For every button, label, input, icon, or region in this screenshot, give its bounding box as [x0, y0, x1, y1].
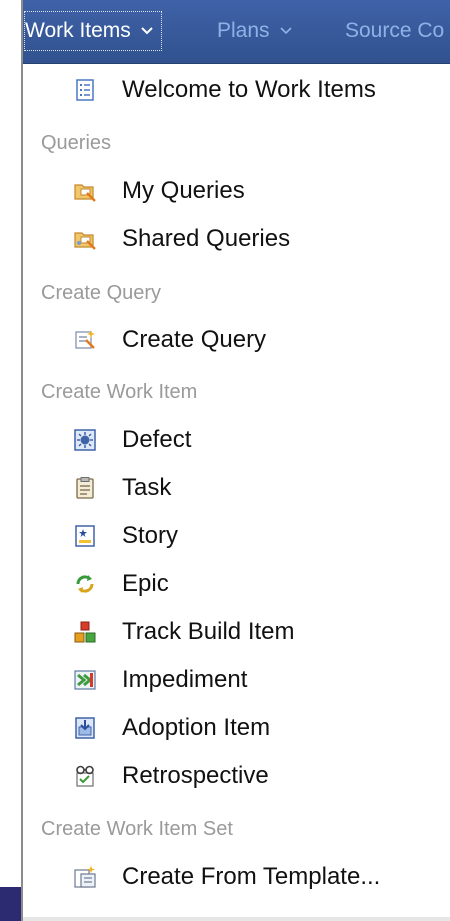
menu-item-label: Create From Template...	[122, 863, 381, 890]
menu-item-track-build-item[interactable]: Track Build Item	[73, 612, 295, 652]
story-card-icon	[75, 525, 95, 547]
menu-bottom-border	[23, 917, 450, 921]
menu-item-epic[interactable]: Epic	[73, 564, 169, 604]
menu-item-my-queries[interactable]: My Queries	[73, 171, 245, 211]
menu-item-label: Adoption Item	[122, 714, 271, 741]
query-folder-icon	[74, 184, 96, 202]
retrospective-glasses-icon	[76, 765, 94, 787]
document-list-icon	[76, 79, 94, 101]
section-header-create-query: Create Query	[41, 282, 162, 304]
tab-work-items[interactable]: Work Items	[24, 11, 162, 51]
menu-item-story[interactable]: Story	[73, 516, 178, 556]
template-icon	[74, 865, 96, 888]
menu-item-create-from-template[interactable]: Create From Template...	[73, 857, 380, 897]
menu-item-label: Story	[122, 522, 179, 549]
tab-source-control[interactable]: Source Co	[345, 11, 444, 51]
menu-item-label: My Queries	[122, 177, 245, 204]
adoption-item-icon	[75, 717, 95, 739]
menu-item-shared-queries[interactable]: Shared Queries	[73, 219, 290, 259]
menu-item-defect[interactable]: Defect	[73, 420, 191, 460]
menu-item-label: Defect	[122, 426, 192, 453]
shared-query-folder-icon	[74, 232, 96, 250]
menu-item-label: Track Build Item	[122, 618, 295, 645]
menu-item-label: Welcome to Work Items	[122, 76, 376, 103]
section-header-queries: Queries	[41, 132, 112, 154]
menu-item-label: Impediment	[122, 666, 248, 693]
build-blocks-icon	[74, 621, 96, 643]
defect-bug-icon	[74, 429, 96, 451]
menu-item-adoption-item[interactable]: Adoption Item	[73, 708, 270, 748]
section-header-create-work-item: Create Work Item	[41, 381, 198, 403]
menu-item-label: Create Query	[122, 326, 267, 353]
tab-plans-label: Plans	[217, 19, 270, 42]
work-items-dropdown: Work Items Plans Source Co Welcome to Wo…	[21, 0, 450, 921]
menu-item-label: Epic	[122, 570, 169, 597]
menu-item-label: Task	[122, 474, 172, 501]
menu-item-label: Shared Queries	[122, 225, 291, 252]
menu-item-task[interactable]: Task	[73, 468, 171, 508]
tab-work-items-label: Work Items	[25, 19, 131, 42]
create-query-icon	[75, 330, 95, 349]
menu-item-create-query[interactable]: Create Query	[73, 320, 266, 360]
menu-item-welcome[interactable]: Welcome to Work Items	[73, 70, 376, 110]
tab-source-control-label: Source Co	[345, 19, 445, 42]
menu-item-retrospective[interactable]: Retrospective	[73, 756, 269, 796]
task-clipboard-icon	[76, 477, 94, 499]
page-background	[0, 0, 22, 921]
impediment-icon	[74, 670, 96, 690]
top-nav-bar: Work Items Plans Source Co	[23, 0, 450, 64]
section-header-create-work-item-set: Create Work Item Set	[41, 818, 233, 840]
tab-plans[interactable]: Plans	[217, 11, 294, 51]
chevron-down-icon	[141, 27, 153, 35]
epic-cycle-icon	[76, 575, 94, 593]
background-corner	[0, 887, 22, 921]
chevron-down-icon	[279, 27, 292, 35]
menu-item-impediment[interactable]: Impediment	[73, 660, 247, 700]
menu-item-label: Retrospective	[122, 762, 269, 789]
